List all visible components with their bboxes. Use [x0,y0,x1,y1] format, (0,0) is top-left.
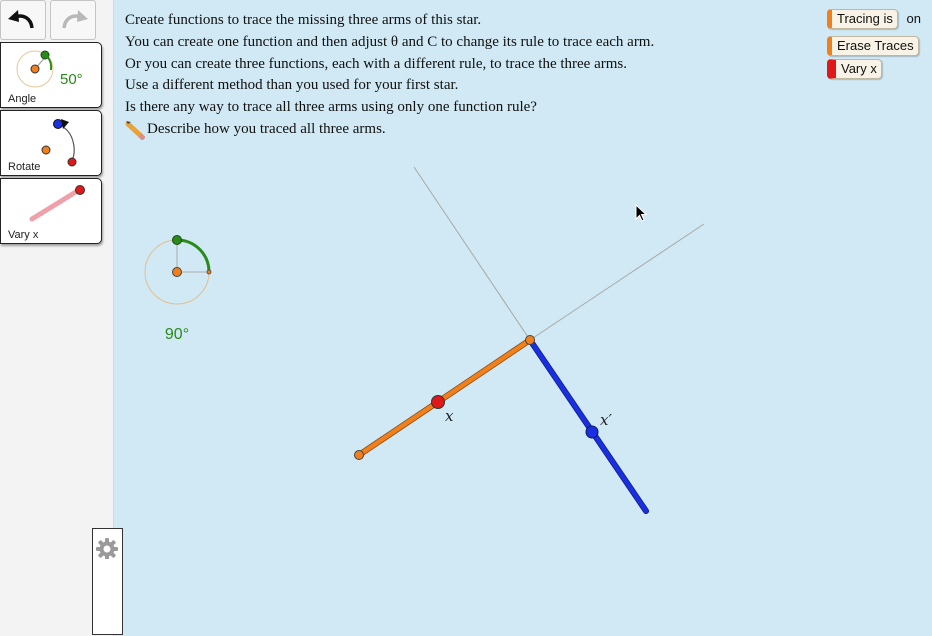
angle-handle-point[interactable] [172,235,182,245]
guide-ray [529,223,705,341]
vary-x-button[interactable]: Vary x [827,59,882,79]
gear-icon[interactable] [93,529,122,560]
x-label: x [445,407,454,425]
mouse-cursor-icon [635,203,648,222]
undo-button[interactable] [0,0,46,40]
orange-arm-segment [356,337,533,458]
blue-arm-segment [527,337,649,514]
instruction-line: Describe how you traced all three arms. [147,120,386,137]
tool-sidebar: 50° Angle Rotate Vary x [0,0,123,636]
angle-center-point [172,267,182,277]
instruction-line: Create functions to trace the missing th… [125,12,482,28]
tracing-button[interactable]: Tracing is [827,9,898,29]
x-prime-point [585,425,599,439]
angle-value-label: 90° [165,326,189,343]
erase-traces-control[interactable]: Erase Traces [827,36,919,56]
undo-arrow-icon [8,10,34,29]
angle-widget[interactable] [144,235,212,305]
vary-x-tool[interactable]: Vary x [0,178,102,244]
settings-panel [92,528,123,635]
instruction-line: Is there any way to trace all three arms… [125,99,537,116]
vary-x-control[interactable]: Vary x [827,59,882,79]
angle-tool-label: Angle [8,93,37,105]
rotate-tool-label: Rotate [8,161,41,173]
instruction-line: Or you can create three functions, each … [125,55,627,72]
x-point[interactable] [431,395,445,409]
x-prime-label: x′ [600,411,612,429]
redo-button[interactable] [50,0,96,40]
guide-ray [413,166,531,341]
redo-arrow-icon [62,10,88,29]
pencil-icon [125,120,145,140]
angle-tool[interactable]: 50° Angle [0,42,102,108]
instructions-text: Create functions to trace the missing th… [125,10,805,141]
tracing-state: on [906,11,921,26]
instruction-line: Use a different method than you used for… [125,77,459,94]
erase-traces-button[interactable]: Erase Traces [827,36,919,56]
angle-tool-value: 50° [60,71,83,88]
vary-x-tool-label: Vary x [8,229,39,241]
center-point [525,335,535,345]
orange-endpoint [354,450,364,460]
tracing-toggle[interactable]: Tracing is on [827,9,921,29]
instruction-line: You can create one function and then adj… [125,33,655,50]
rotate-tool[interactable]: Rotate [0,110,102,176]
